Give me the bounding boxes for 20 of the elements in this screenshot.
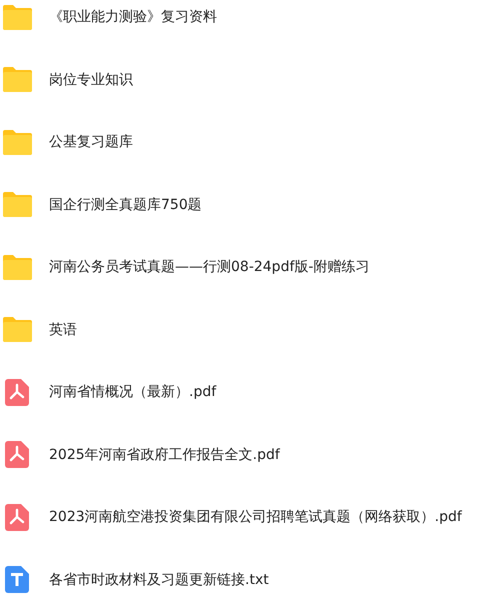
- folder-icon: [2, 4, 33, 30]
- folder-icon: [2, 128, 33, 156]
- file-name[interactable]: 河南省情概况（最新）.pdf: [49, 383, 216, 401]
- file-name[interactable]: 国企行测全真题库750题: [49, 196, 202, 214]
- folder-icon: [2, 191, 33, 218]
- file-name[interactable]: 各省市时政材料及习题更新链接.txt: [49, 570, 269, 588]
- file-name[interactable]: 2023河南航空港投资集团有限公司招聘笔试真题（网络获取）.pdf: [49, 508, 462, 526]
- folder-icon: [2, 66, 33, 93]
- file-name[interactable]: 《职业能力测验》复习资料: [49, 8, 217, 26]
- file-name[interactable]: 2025年河南省政府工作报告全文.pdf: [49, 446, 280, 464]
- pdf-file-icon: [5, 441, 29, 468]
- folder-icon: [2, 254, 33, 280]
- file-name[interactable]: 河南公务员考试真题——行测08-24pdf版-附赠练习: [49, 258, 370, 276]
- pdf-file-icon: [5, 504, 29, 530]
- pdf-file-icon: [5, 378, 29, 406]
- file-name[interactable]: 公基复习题库: [49, 133, 133, 151]
- text-file-icon: [5, 566, 29, 593]
- file-name[interactable]: 岗位专业知识: [49, 70, 133, 88]
- folder-icon: [2, 316, 33, 343]
- file-name[interactable]: 英语: [49, 320, 77, 338]
